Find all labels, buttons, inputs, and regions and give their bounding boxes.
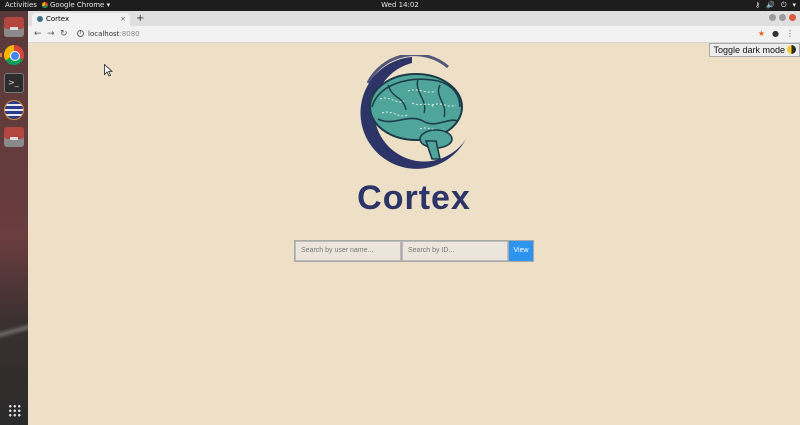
close-window-button[interactable] [789, 14, 796, 21]
dock-wallpaper-accent [0, 311, 28, 351]
star-icon[interactable]: ★ [758, 29, 765, 38]
maximize-button[interactable] [779, 14, 786, 21]
mouse-cursor-icon [104, 64, 113, 77]
files-icon[interactable] [4, 17, 24, 37]
terminal-icon[interactable]: >_ [4, 73, 24, 93]
search-id-input[interactable]: Search by ID... [402, 241, 508, 261]
chrome-dock-icon[interactable] [0, 45, 24, 65]
url-port: :8080 [119, 30, 140, 38]
halfmoon-icon [787, 45, 796, 54]
volume-icon: 🔊 [766, 1, 775, 9]
system-top-bar: Activities Google Chrome ▾ Wed 14:02 ⚷ 🔊 ⏻… [0, 0, 800, 11]
browser-toolbar: ← → ↻ i localhost:8080 ★ ● ⋮ [28, 26, 800, 43]
dock: >_ [0, 11, 28, 425]
app-grid-icon[interactable] [8, 404, 21, 417]
favicon-icon [37, 16, 43, 22]
url-host: localhost [88, 30, 120, 38]
brain-logo-icon [360, 55, 466, 169]
system-tray[interactable]: ⚷ 🔊 ⏻ ▾ [749, 0, 796, 11]
tab-strip: Cortex × + [28, 11, 800, 26]
globe-icon[interactable] [4, 100, 24, 120]
tab-title: Cortex [46, 15, 70, 23]
account-icon[interactable]: ● [772, 29, 779, 38]
view-button[interactable]: View [509, 241, 533, 261]
chevron-down-icon: ▾ [792, 1, 796, 9]
clock[interactable]: Wed 14:02 [0, 0, 800, 11]
menu-icon[interactable]: ⋮ [786, 29, 794, 38]
brand-title: Cortex [357, 179, 471, 217]
info-icon[interactable]: i [77, 30, 84, 37]
reload-button[interactable]: ↻ [60, 26, 68, 42]
network-icon: ⚷ [755, 1, 761, 9]
toolbar-actions: ★ ● ⋮ [751, 26, 794, 42]
search-form: Search by user name... Search by ID... V… [294, 240, 534, 262]
page-content: Toggle dark mode Cortex Search by user n… [28, 43, 800, 425]
forward-button[interactable]: → [47, 26, 55, 42]
minimize-button[interactable] [769, 14, 776, 21]
tab-cortex[interactable]: Cortex × [32, 13, 130, 26]
dark-mode-label: Toggle dark mode [713, 45, 785, 55]
power-icon: ⏻ [780, 1, 787, 9]
back-button[interactable]: ← [34, 26, 42, 42]
tab-close-icon[interactable]: × [120, 13, 126, 26]
search-username-input[interactable]: Search by user name... [295, 241, 401, 261]
dark-mode-toggle[interactable]: Toggle dark mode [709, 43, 800, 57]
files-icon-2[interactable] [4, 127, 24, 147]
address-bar[interactable]: localhost:8080 [88, 26, 140, 42]
new-tab-button[interactable]: + [136, 11, 144, 26]
